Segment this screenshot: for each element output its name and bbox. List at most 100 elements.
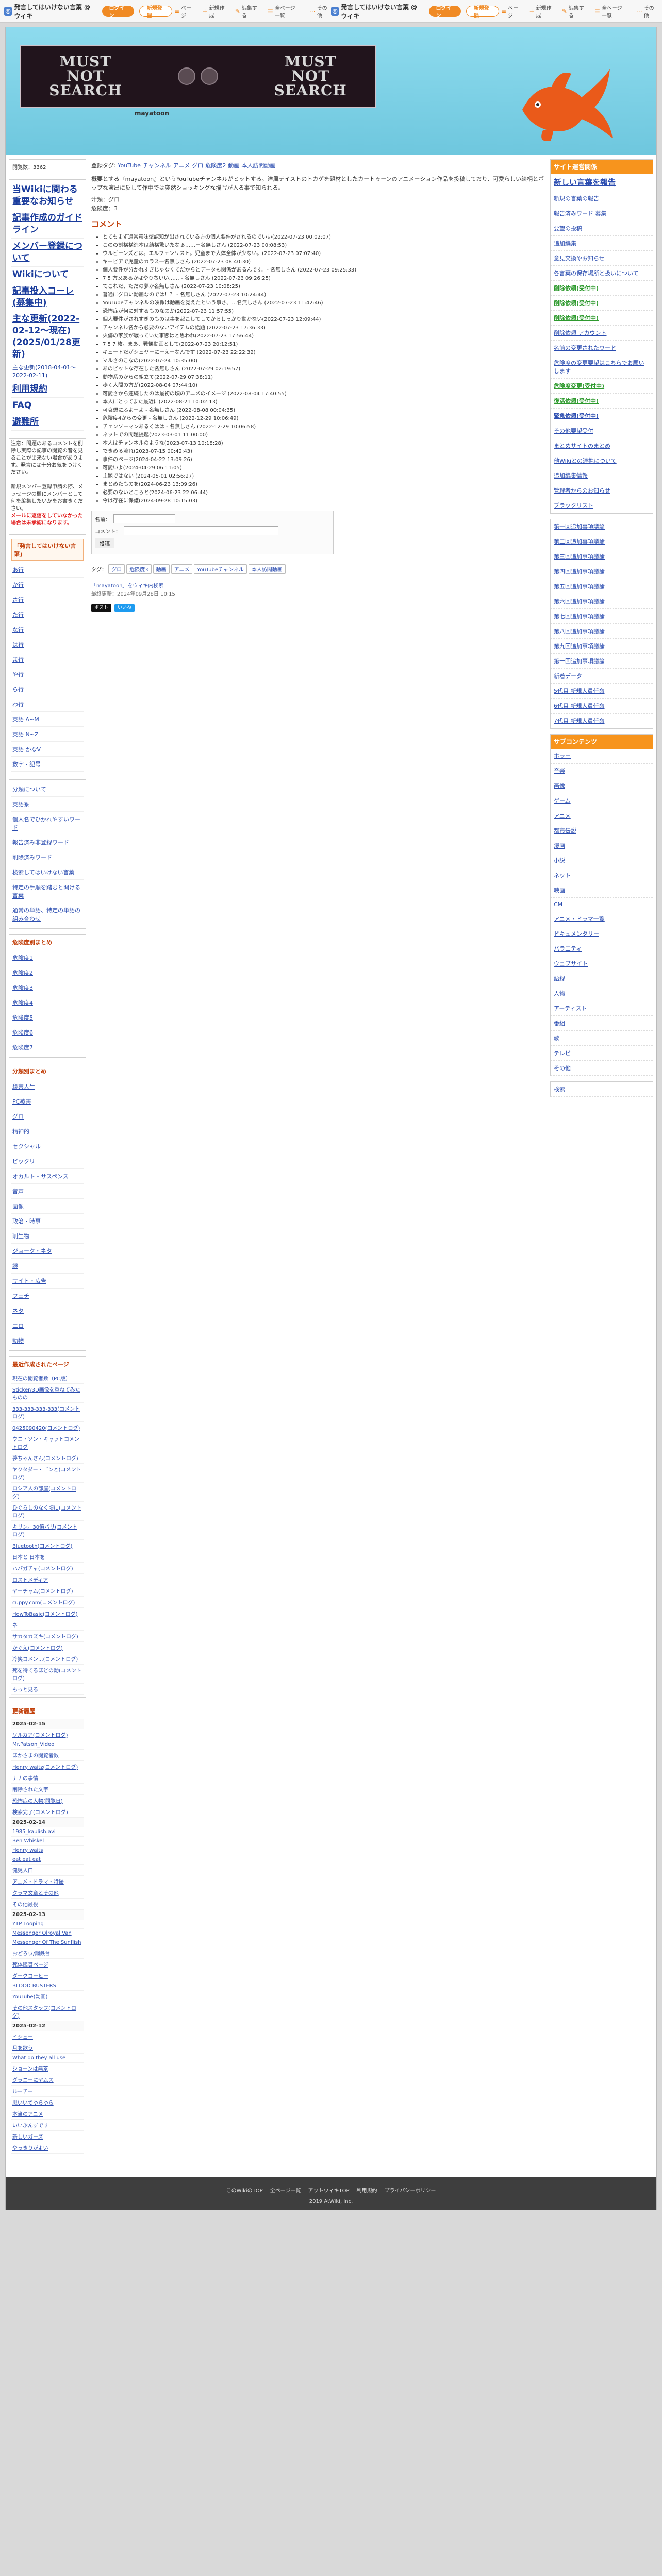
category-link-14[interactable]: フェチ xyxy=(11,1289,84,1303)
recent-link-9[interactable]: キリン。30億バリ(コメントログ) xyxy=(12,1524,77,1538)
footer-link-2[interactable]: アットウィキTOP xyxy=(308,2186,350,2194)
recent-link-5[interactable]: 夢ちゃんさん(コメントログ) xyxy=(12,1456,78,1462)
danger-level-link-6[interactable]: 危険度7 xyxy=(11,1040,84,1055)
admin-link-15[interactable]: 緊急依頼(受付中) xyxy=(551,409,653,423)
recent-link-12[interactable]: ハバガチャ(コメントログ) xyxy=(12,1566,73,1572)
admin-link-11[interactable]: 名前の変更されたワード xyxy=(551,341,653,355)
tagline-tag-3[interactable]: アニメ xyxy=(171,564,193,574)
index-link-3[interactable]: た行 xyxy=(11,607,84,622)
banner-logo[interactable]: MUST NOT SEARCH MUST NOT SEARCH xyxy=(20,45,376,108)
recent-link-18[interactable]: サカタカズキ(コメントログ) xyxy=(12,1634,78,1640)
menu-new-2[interactable]: + 新規作成 xyxy=(527,4,555,19)
tag-link-0[interactable]: YouTube xyxy=(118,162,141,169)
section-link-3[interactable]: 報告済み非登録ワード xyxy=(11,835,84,850)
menu-page-2[interactable]: ≡ ページ xyxy=(499,4,522,19)
subcontent-link-10[interactable]: CM xyxy=(551,898,653,911)
signup-button[interactable]: 新規登録 xyxy=(139,5,172,19)
subcontent-link-19[interactable]: 歌 xyxy=(551,1031,653,1046)
subcontent-link-7[interactable]: 小説 xyxy=(551,853,653,868)
discussion-link-3[interactable]: 第四回追加事項議論 xyxy=(551,564,653,579)
subcontent-link-13[interactable]: バラエティ xyxy=(551,941,653,956)
category-link-3[interactable]: 精神的 xyxy=(11,1124,84,1139)
index-link-12[interactable]: 英語 かなV xyxy=(11,742,84,757)
danger-level-link-1[interactable]: 危険度2 xyxy=(11,965,84,980)
news-link-3-4[interactable]: グラニーにヤムス xyxy=(12,2078,54,2083)
admin-link-1[interactable]: 新規の言葉の報告 xyxy=(551,191,653,206)
category-link-4[interactable]: セクシャル xyxy=(11,1139,84,1154)
recent-link-8[interactable]: ひぐらしのなく頃に(コメントログ) xyxy=(12,1505,81,1519)
discussion-link-5[interactable]: 第六回追加事項議論 xyxy=(551,594,653,609)
danger-level-link-4[interactable]: 危険度5 xyxy=(11,1010,84,1025)
index-link-6[interactable]: ま行 xyxy=(11,652,84,667)
news-link-0-2[interactable]: ほかさまの閲覧者数 xyxy=(12,1753,59,1759)
nav-old-updates[interactable]: 主な更新(2018-04-01～2022-02-11) xyxy=(11,363,84,381)
news-link-3-8[interactable]: いいぶんずです xyxy=(12,2123,48,2129)
footer-link-4[interactable]: プライバシーポリシー xyxy=(385,2186,436,2194)
admin-link-8[interactable]: 削除依頼(受付中) xyxy=(551,296,653,311)
category-link-7[interactable]: 音声 xyxy=(11,1184,84,1199)
news-link-1-0[interactable]: 1985_kaulish.avi xyxy=(12,1829,56,1835)
recent-link-1[interactable]: Sticker/3D画像を重ねてみたものの xyxy=(12,1387,80,1401)
subcontent-link-16[interactable]: 人物 xyxy=(551,986,653,1001)
comment-input[interactable] xyxy=(124,526,278,536)
danger-level-link-5[interactable]: 危険度6 xyxy=(11,1025,84,1040)
nav-member-register[interactable]: メンバー登録について xyxy=(11,239,84,267)
footer-link-1[interactable]: 全ページ一覧 xyxy=(270,2186,301,2194)
section-link-5[interactable]: 検索してはいけない言葉 xyxy=(11,865,84,880)
news-link-0-3[interactable]: Henry waitz(コメントログ) xyxy=(12,1765,78,1770)
index-link-2[interactable]: さ行 xyxy=(11,592,84,607)
tag-link-4[interactable]: 危険度2 xyxy=(205,162,226,169)
admin-link-6[interactable]: 各言葉の保存場所と扱いについて xyxy=(551,266,653,281)
category-link-5[interactable]: ビックリ xyxy=(11,1154,84,1169)
site-logo[interactable]: @ 発言してはいけない言葉 @ ウィキ xyxy=(4,3,97,20)
nav-important-notice[interactable]: 当Wikiに関わる重要なお知らせ xyxy=(11,182,84,210)
login-button[interactable]: ログイン xyxy=(102,5,134,19)
admin-link-9[interactable]: 削除依頼(受付中) xyxy=(551,311,653,326)
section-link-4[interactable]: 削除済みワード xyxy=(11,850,84,865)
section-link-6[interactable]: 特定の手順を踏むと開ける言葉 xyxy=(11,880,84,903)
admin-link-4[interactable]: 追加編集 xyxy=(551,236,653,251)
subcontent-link-21[interactable]: その他 xyxy=(551,1061,653,1076)
category-link-2[interactable]: グロ xyxy=(11,1109,84,1124)
nav-main-updates[interactable]: 主な更新(2022-02-12～現在)(2025/01/28更新) xyxy=(11,311,84,364)
news-link-0-0[interactable]: ソルカア(コメントログ) xyxy=(12,1733,68,1738)
recent-link-2[interactable]: 333-333-333-333(コメントログ) xyxy=(12,1406,80,1420)
index-link-13[interactable]: 数字・記号 xyxy=(11,757,84,772)
subcontent-link-1[interactable]: 音楽 xyxy=(551,764,653,778)
subcontent-link-14[interactable]: ウェブサイト xyxy=(551,956,653,971)
category-link-13[interactable]: サイト・広告 xyxy=(11,1274,84,1289)
subcontent-link-15[interactable]: 語録 xyxy=(551,971,653,986)
news-link-2-7[interactable]: YouTube(動画) xyxy=(12,1994,47,2000)
admin-link-10[interactable]: 削除依頼 アカウント xyxy=(551,326,653,341)
nav-recruit[interactable]: 記事投入コーレ(募集中) xyxy=(11,283,84,312)
news-link-3-7[interactable]: 本当のアニメ xyxy=(12,2112,43,2117)
discussion-link-12[interactable]: 6代目 新規人員任命 xyxy=(551,699,653,714)
news-link-2-1[interactable]: Messenger Olroyal Van xyxy=(12,1930,72,1936)
index-link-7[interactable]: や行 xyxy=(11,667,84,682)
menu-edit[interactable]: ✎ 編集する xyxy=(233,4,260,19)
category-link-0[interactable]: 殺害人生 xyxy=(11,1079,84,1094)
nav-shelter[interactable]: 避難所 xyxy=(11,414,84,431)
subcontent-link-18[interactable]: 番組 xyxy=(551,1016,653,1031)
index-link-4[interactable]: な行 xyxy=(11,622,84,637)
recent-link-3[interactable]: 0425090420(コメントログ) xyxy=(12,1426,80,1431)
admin-link-16[interactable]: その他要望受付 xyxy=(551,423,653,438)
footer-link-0[interactable]: このWikiのTOP xyxy=(226,2186,263,2194)
tagline-tag-1[interactable]: 危険度3 xyxy=(126,564,152,574)
admin-link-2[interactable]: 報告済みワード 募集 xyxy=(551,206,653,221)
login-button-2[interactable]: ログイン xyxy=(428,5,461,19)
news-link-3-3[interactable]: ショーンは無茶 xyxy=(12,2066,48,2072)
tagline-tag-2[interactable]: 動画 xyxy=(153,564,170,574)
recent-link-13[interactable]: ロストメディア xyxy=(12,1578,48,1583)
tag-link-3[interactable]: グロ xyxy=(192,162,203,169)
admin-link-12[interactable]: 危険度の変更要望はこちらでお願いします xyxy=(551,355,653,379)
subcontent-link-3[interactable]: ゲーム xyxy=(551,793,653,808)
x-post-button[interactable]: ポスト xyxy=(91,604,112,613)
admin-link-21[interactable]: ブラックリスト xyxy=(551,498,653,513)
news-link-1-3[interactable]: eat eat eat xyxy=(12,1857,41,1862)
recent-link-14[interactable]: ヤーチャム(コメントログ) xyxy=(12,1589,73,1595)
section-link-0[interactable]: 分類について xyxy=(11,782,84,797)
tag-link-2[interactable]: アニメ xyxy=(173,162,190,169)
subcontent-link-8[interactable]: ネット xyxy=(551,868,653,883)
admin-link-20[interactable]: 管理者からのお知らせ xyxy=(551,483,653,498)
